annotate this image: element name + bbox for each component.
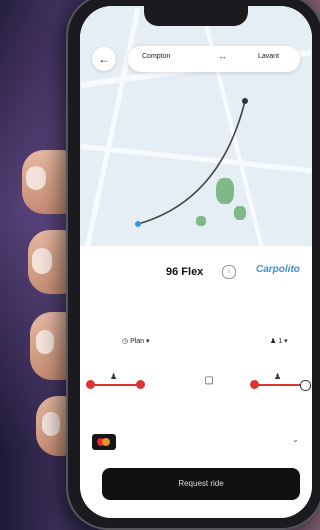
slider-handle[interactable] [250,380,259,389]
passenger-count: 1 [278,338,283,345]
passenger-select[interactable]: ♟ 1 ▾ [270,337,288,345]
person-icon: ♟ [270,338,277,345]
origin-marker [135,221,141,227]
phone-notch [144,6,248,26]
chevron-down-icon: ▾ [146,338,150,345]
route-svg [135,98,248,227]
booking-sheet: 96 Flex i Carpolito ◷ Plan ▾ ♟ 1 ▾ ♟ ▢ ♟ [80,246,312,518]
plan-select[interactable]: ◷ Plan ▾ [122,337,150,345]
origin-label: Compton [142,53,171,60]
options-row: ◷ Plan ▾ ♟ 1 ▾ [92,334,302,350]
slider-handle[interactable] [136,380,145,389]
controls-row: ♟ ▢ ♟ [86,370,311,410]
brand-logo: Carpolito [256,264,300,275]
slider-handle[interactable] [300,380,311,391]
slider-control[interactable]: ♟ [250,370,311,410]
chevron-down-icon: ⌄ [292,435,299,444]
map-view[interactable]: ← Compton ↔ Lavant [80,6,312,251]
request-ride-button[interactable]: Request ride [102,468,300,500]
route-pill[interactable]: Compton ↔ Lavant [128,46,300,72]
car-name: 96 Flex [166,266,204,278]
slider-track [252,384,306,386]
clock-icon: ◷ [122,338,129,345]
luggage-control[interactable]: ▢ [194,370,224,410]
back-button[interactable]: ← [92,47,116,71]
info-icon[interactable]: i [222,265,236,279]
app-screen: ← Compton ↔ Lavant 96 Flex i Carpolito ◷… [80,6,312,518]
person-icon: ♟ [110,372,118,381]
swap-arrow-icon: ↔ [218,51,227,61]
person-icon: ♟ [274,372,282,381]
route-bar: ← Compton ↔ Lavant [92,44,300,74]
arrow-left-icon: ← [98,52,110,66]
chevron-down-icon: ▾ [284,338,288,345]
card-icon [92,434,116,450]
slider-handle[interactable] [86,380,95,389]
destination-label: Lavant [258,53,280,60]
luggage-icon: ▢ [204,375,214,386]
plan-value: Plan [130,338,145,345]
slider-control[interactable]: ♟ [86,370,145,410]
destination-marker [242,98,248,104]
slider-track [88,384,142,386]
route-line [137,100,246,225]
payment-row[interactable]: ⌄ [92,432,302,452]
